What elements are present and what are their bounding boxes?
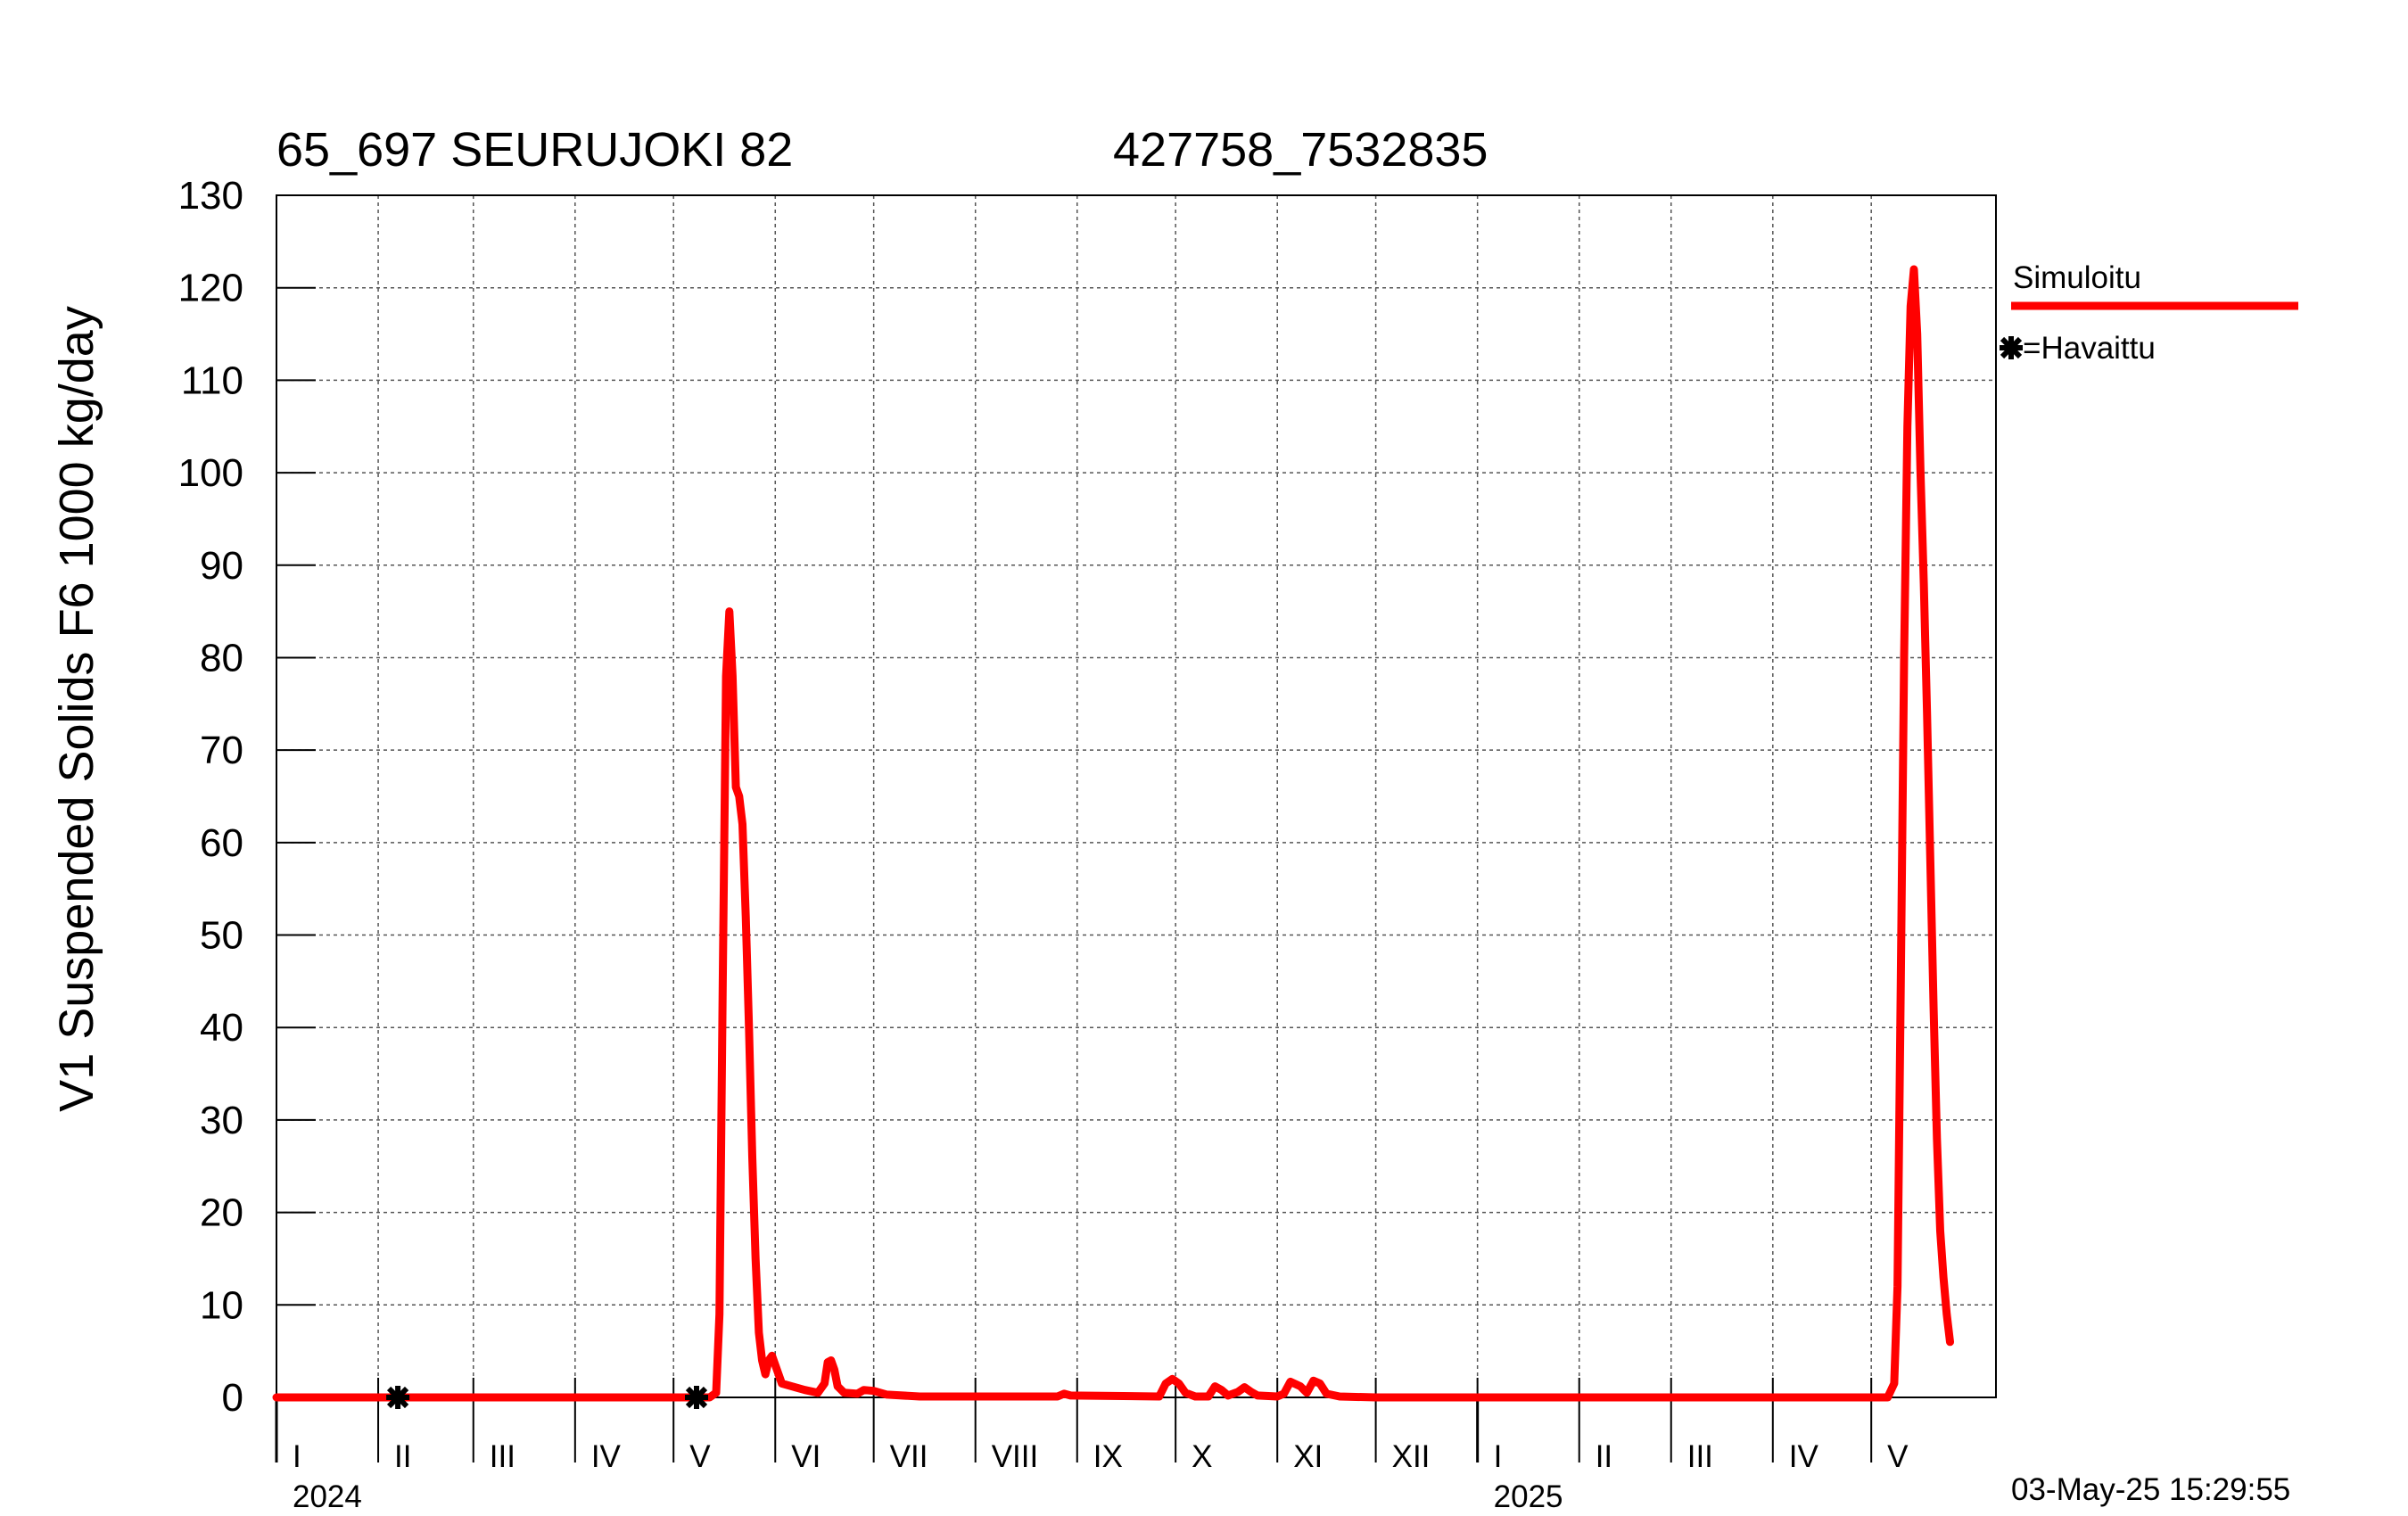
legend-label-havaittu: =Havaittu — [2023, 331, 2156, 366]
x-tick-label-month: VIII — [992, 1439, 1039, 1474]
y-tick-label: 90 — [200, 544, 243, 588]
data-point-havaittu — [386, 1386, 410, 1409]
y-tick-label: 20 — [200, 1191, 243, 1235]
x-tick-label-month: IX — [1093, 1439, 1123, 1474]
y-tick-label: 110 — [181, 358, 243, 402]
y-axis-label: V1 Suspended Solids F6 1000 kg/day — [50, 306, 103, 1112]
x-tick-label-year: 2024 — [293, 1479, 362, 1514]
data-point-havaittu — [685, 1386, 708, 1409]
legend-label-simuloitu: Simuloitu — [2013, 260, 2141, 295]
y-tick-label: 0 — [222, 1376, 243, 1420]
y-tick-label: 80 — [200, 636, 243, 680]
x-tick-label-month: VII — [890, 1439, 928, 1474]
x-tick-label-month: III — [1687, 1439, 1713, 1474]
x-tick-label-month: XI — [1293, 1439, 1323, 1474]
x-tick-label-month: XII — [1392, 1439, 1431, 1474]
x-tick-label-month: IV — [1789, 1439, 1819, 1474]
x-tick-label-month: III — [490, 1439, 515, 1474]
x-tick-label-month: I — [293, 1439, 301, 1474]
x-tick-label-month: I — [1494, 1439, 1503, 1474]
x-tick-label-year: 2025 — [1494, 1479, 1563, 1514]
y-tick-label: 60 — [200, 821, 243, 865]
chart-title-coords: 427758_7532835 — [1113, 123, 1488, 177]
chart-title-station: 65_697 SEURUJOKI 82 — [276, 123, 793, 177]
x-tick-label-month: V — [1887, 1439, 1909, 1474]
y-tick-label: 40 — [200, 1006, 243, 1050]
y-tick-label: 50 — [200, 914, 243, 958]
y-tick-label: 130 — [178, 174, 243, 218]
timestamp: 03-May-25 15:29:55 — [2011, 1472, 2290, 1507]
chart: 0102030405060708090100110120130 I II III IV… — [0, 0, 2408, 1516]
x-tick-label-month: II — [1596, 1439, 1612, 1474]
y-tick-label: 10 — [200, 1283, 243, 1327]
x-tick-label-month: VI — [791, 1439, 821, 1474]
x-tick-label-month: II — [394, 1439, 411, 1474]
y-tick-label: 30 — [200, 1099, 243, 1142]
y-tick-label: 120 — [178, 267, 243, 310]
x-tick-label-month: X — [1192, 1439, 1212, 1474]
y-tick-label: 100 — [178, 451, 243, 495]
x-tick-label-month: IV — [591, 1439, 622, 1474]
legend-marker-havaittu — [2000, 336, 2023, 359]
x-tick-label-month: V — [689, 1439, 711, 1474]
legend-label-havaittu-text: Havaittu — [2041, 331, 2155, 366]
y-tick-label: 70 — [200, 729, 243, 772]
